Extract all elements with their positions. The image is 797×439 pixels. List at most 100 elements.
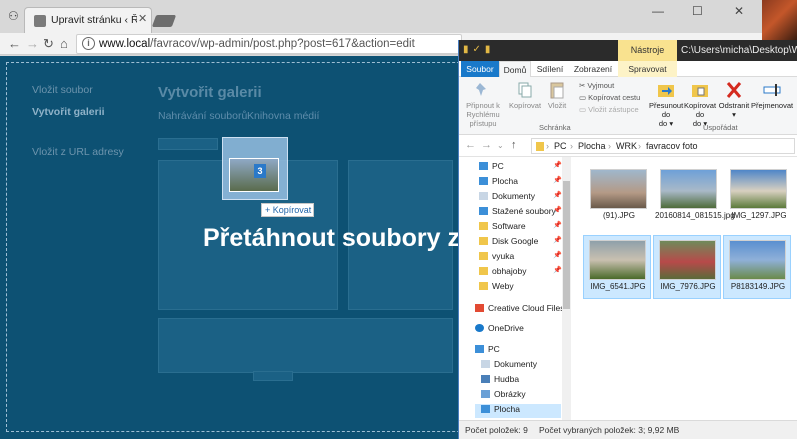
tree-item[interactable]: Creative Cloud Files bbox=[475, 303, 565, 317]
breadcrumb-pc[interactable]: PC bbox=[554, 141, 567, 151]
tree-item[interactable]: OneDrive bbox=[475, 323, 561, 337]
path-box[interactable]: › PC › Plocha › WRK › favracov foto bbox=[531, 138, 795, 154]
tab-close-icon[interactable]: ✕ bbox=[138, 12, 147, 25]
folder-icon bbox=[479, 282, 488, 290]
computer-icon bbox=[475, 345, 484, 353]
file-item[interactable]: 20160814_081515.jpg bbox=[655, 165, 735, 229]
maximize-icon[interactable]: ☐ bbox=[692, 4, 703, 18]
forward-icon[interactable]: → bbox=[481, 139, 492, 151]
item-count: Počet položek: 9 bbox=[465, 425, 528, 435]
drag-count-badge: 3 bbox=[254, 164, 266, 178]
photo-thumbnail bbox=[589, 240, 646, 280]
reload-icon[interactable]: ↻ bbox=[43, 36, 54, 52]
tree-item[interactable]: Weby bbox=[479, 281, 559, 295]
copy-path-button[interactable]: ▭ Kopírovat cestu bbox=[579, 93, 640, 102]
tree-item[interactable]: obhajoby 📌 bbox=[479, 266, 562, 280]
tab-home[interactable]: Domů bbox=[499, 61, 531, 77]
tree-item[interactable]: Hudba bbox=[481, 374, 561, 388]
documents-icon bbox=[481, 360, 490, 368]
copy-to-button[interactable]: Kopírovat do do ▾ bbox=[683, 81, 717, 128]
tree-item[interactable]: PC bbox=[475, 344, 561, 358]
paste-button[interactable]: Vložit bbox=[544, 81, 570, 110]
rename-button[interactable]: Přejmenovat bbox=[751, 81, 793, 110]
move-folder-icon bbox=[658, 85, 674, 97]
tab-share[interactable]: Sdílení bbox=[533, 61, 567, 77]
pin-quick-access-button[interactable]: Připnout k Rychlému přístupu bbox=[461, 81, 505, 128]
pictures-icon bbox=[481, 390, 490, 398]
close-window-icon[interactable]: ✕ bbox=[734, 4, 744, 18]
window-controls: — ☐ ✕ bbox=[652, 4, 762, 24]
new-tab-button[interactable] bbox=[151, 15, 177, 27]
photo-thumbnail bbox=[590, 169, 647, 209]
drag-preview: 3 bbox=[222, 137, 288, 200]
quick-access-toolbar[interactable]: ▮✓▮ bbox=[463, 44, 494, 55]
cut-button[interactable]: ✂ Vyjmout bbox=[579, 81, 614, 90]
info-icon[interactable]: i bbox=[82, 37, 95, 50]
tree-item[interactable]: Dokumenty bbox=[481, 359, 561, 373]
ribbon: Připnout k Rychlému přístupu Kopírovat V… bbox=[459, 77, 797, 135]
pin-icon: 📌 bbox=[553, 162, 562, 169]
delete-button[interactable]: Odstranit ▾ bbox=[717, 81, 751, 119]
file-name: (91).JPG bbox=[602, 211, 635, 220]
status-bar: Počet položek: 9 Počet vybraných položek… bbox=[459, 420, 797, 439]
tree-item[interactable]: Software 📌 bbox=[479, 221, 562, 235]
up-icon[interactable]: ↑ bbox=[511, 139, 517, 151]
pin-icon bbox=[476, 83, 486, 96]
photo-thumbnail bbox=[730, 169, 787, 209]
user-profile-icon[interactable]: ⚇ bbox=[8, 9, 22, 23]
screen: ⚇ Upravit stránku ‹ Římsko ✕ — ☐ ✕ ← → ↻… bbox=[0, 0, 797, 439]
desktop-icon bbox=[479, 177, 488, 185]
paste-shortcut-button[interactable]: ▭ Vložit zástupce bbox=[579, 105, 639, 114]
tab-title: Upravit stránku ‹ Římsko bbox=[51, 14, 137, 26]
selected-count: Počet vybraných položek: 3; 9,92 MB bbox=[539, 425, 680, 435]
minimize-icon[interactable]: — bbox=[652, 4, 664, 18]
tree-item[interactable]: Stažené soubory 📌 bbox=[479, 206, 562, 220]
tree-item[interactable]: Plocha 📌 bbox=[479, 176, 562, 190]
tree-item[interactable]: Disk Google 📌 bbox=[479, 236, 562, 250]
browser-tab[interactable]: Upravit stránku ‹ Římsko ✕ bbox=[24, 7, 152, 33]
home-icon[interactable]: ⌂ bbox=[60, 36, 68, 51]
file-name: P8183149.JPG bbox=[730, 282, 786, 291]
file-item-selected[interactable]: IMG_6541.JPG bbox=[583, 235, 651, 299]
file-item[interactable]: (91).JPG bbox=[585, 165, 653, 229]
navigation-scrollbar[interactable] bbox=[562, 157, 571, 420]
tree-item[interactable]: Obrázky bbox=[481, 389, 561, 403]
file-list: (91).JPG 20160814_081515.jpg IMG_1297.JP… bbox=[571, 157, 797, 420]
back-icon[interactable]: ← bbox=[8, 36, 21, 51]
breadcrumb-wrk[interactable]: WRK bbox=[616, 141, 637, 151]
drop-message: Přetáhnout soubory z bbox=[203, 224, 460, 252]
tree-item[interactable]: vyuka 📌 bbox=[479, 251, 562, 265]
photo-thumbnail bbox=[729, 240, 786, 280]
tree-item[interactable]: PC 📌 bbox=[479, 161, 562, 175]
breadcrumb-separator: › bbox=[570, 141, 573, 151]
file-name: IMG_6541.JPG bbox=[590, 282, 646, 291]
copy-icon bbox=[518, 82, 532, 98]
file-name: IMG_1297.JPG bbox=[731, 211, 787, 220]
tab-manage[interactable]: Spravovat bbox=[618, 61, 677, 77]
file-item-selected[interactable]: IMG_7976.JPG bbox=[653, 235, 721, 299]
explorer-address-bar: ← → ⌄ ↑ › PC › Plocha › WRK › favracov f… bbox=[459, 135, 797, 157]
delete-icon bbox=[726, 82, 742, 98]
file-name: IMG_7976.JPG bbox=[660, 282, 716, 291]
favicon-icon bbox=[34, 15, 46, 27]
move-to-button[interactable]: Přesunout do do ▾ bbox=[649, 81, 683, 128]
tree-item-selected[interactable]: Plocha bbox=[475, 404, 561, 418]
breadcrumb-current[interactable]: favracov foto bbox=[646, 141, 698, 151]
tree-item[interactable]: Dokumenty 📌 bbox=[479, 191, 562, 205]
file-item[interactable]: IMG_1297.JPG bbox=[725, 165, 793, 229]
file-item-selected[interactable]: P8183149.JPG bbox=[723, 235, 791, 299]
address-bar[interactable]: i www.local/favracov/wp-admin/post.php?p… bbox=[76, 34, 462, 54]
recent-dropdown-icon[interactable]: ⌄ bbox=[497, 141, 504, 150]
breadcrumb-desktop[interactable]: Plocha bbox=[578, 141, 606, 151]
folder-icon bbox=[479, 237, 488, 245]
tab-view[interactable]: Zobrazení bbox=[571, 61, 615, 77]
back-icon[interactable]: ← bbox=[465, 139, 476, 151]
forward-icon[interactable]: → bbox=[26, 36, 39, 51]
tab-strip: ⚇ Upravit stránku ‹ Římsko ✕ — ☐ ✕ bbox=[0, 0, 797, 33]
copy-button[interactable]: Kopírovat bbox=[507, 81, 543, 110]
scrollbar-thumb[interactable] bbox=[563, 181, 570, 309]
creative-cloud-icon bbox=[475, 304, 484, 312]
navigation-pane: PC 📌 Plocha 📌 Dokumenty 📌 Stažené soubory 📌 … bbox=[459, 157, 571, 420]
group-clipboard-label: Schránka bbox=[539, 123, 571, 132]
breadcrumb-separator: › bbox=[608, 141, 611, 151]
